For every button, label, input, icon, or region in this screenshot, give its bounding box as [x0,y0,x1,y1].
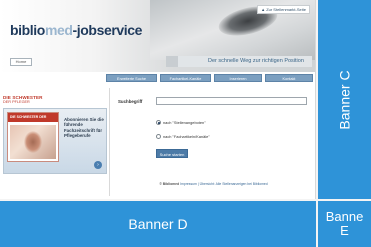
sidebar: DIE SCHWESTER DER PFLEGER DIE SCHWESTER … [0,88,110,196]
banner-d-label: Banner D [128,216,188,232]
magazine-cover-title: DIE SCHWESTER DER PFLEGER [8,113,58,128]
nav-tab-article-channels[interactable]: Fachartikel-Kanäle [160,74,211,82]
magazine-cover-photo [10,125,56,159]
top-link[interactable]: ▲ Zur Stellenmarkt-Seite [257,5,310,14]
banner-d[interactable]: Banner D [0,201,316,247]
search-form: Suchbegriff nach "Stellenangeboten" nach… [111,88,315,196]
page: ▲ Zur Stellenmarkt-Seite bibliomed-jobse… [0,0,371,247]
nav-tab-contact[interactable]: Kontakt [265,74,313,82]
radio-articles-label: nach "Fachartikeln/Kanäle" [163,134,210,139]
search-term-label: Suchbegriff [118,99,143,104]
banner-e-label: Banne E [326,210,364,238]
slogan: Der schnelle Weg zur richtigen Position [166,56,312,67]
banner-e[interactable]: Banne E [318,201,371,247]
magazine-cover: DIE SCHWESTER DER PFLEGER [7,112,59,162]
main-navigation: Erweiterte Suche Fachartikel-Kanäle Inse… [0,72,315,84]
home-button[interactable]: Home [10,58,32,66]
radio-job-offers[interactable]: nach "Stellenangeboten" [156,120,206,126]
magazine-ad[interactable]: DIE SCHWESTER DER PFLEGER Abonnieren Sie… [3,108,107,174]
radio-job-offers-label: nach "Stellenangeboten" [163,120,206,125]
arrow-right-icon[interactable]: › [94,161,102,169]
site-logo[interactable]: bibliomed-jobservice [10,22,142,38]
radio-articles[interactable]: nach "Fachartikeln/Kanäle" [156,134,210,140]
logo-part-med: med [44,22,73,38]
search-submit-button[interactable]: Suche starten [156,149,188,158]
radio-button-checked[interactable] [156,120,161,126]
banner-e-label-line2: E [340,223,349,238]
nav-tab-advertise[interactable]: Inserieren [214,74,262,82]
footer-link-list[interactable]: Impressum | Übersicht: Alle Stellenanzei… [180,182,268,186]
embedded-website: ▲ Zur Stellenmarkt-Seite bibliomed-jobse… [0,0,316,199]
banner-c[interactable]: Banner C [318,0,371,199]
banner-c-label: Banner C [336,69,353,130]
logo-part-biblio: biblio [10,22,45,38]
ad-subtitle: DER PFLEGER [3,100,30,104]
footer-copyright: © Bibliomed [159,182,180,186]
magazine-cover-person [24,131,42,153]
logo-part-jobservice: -jobservice [72,22,143,38]
search-input[interactable] [156,97,307,105]
nav-tab-advanced-search[interactable]: Erweiterte Suche [106,74,157,82]
ad-text: Abonnieren Sie die führende Fachzeitschr… [64,117,104,139]
radio-button[interactable] [156,134,161,140]
site-header: ▲ Zur Stellenmarkt-Seite bibliomed-jobse… [0,0,315,72]
footer-links: © Bibliomed Impressum | Übersicht: Alle … [111,182,315,186]
banner-e-label-line1: Banne [325,209,364,224]
